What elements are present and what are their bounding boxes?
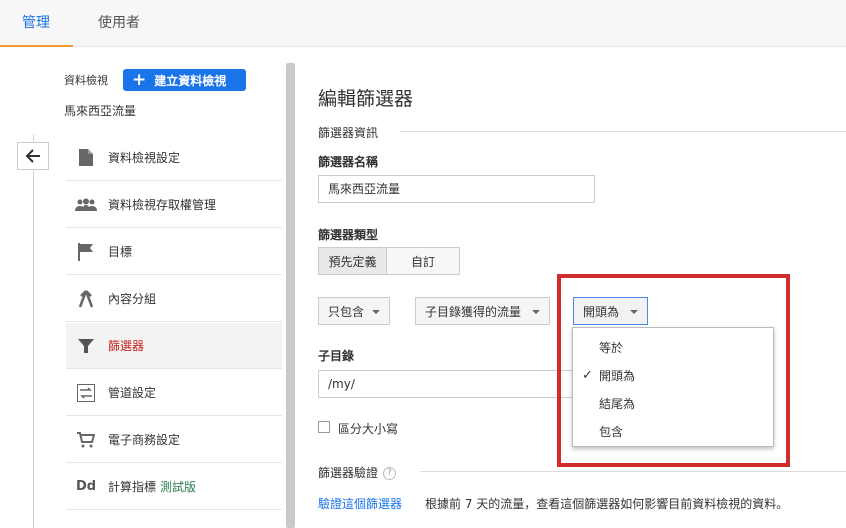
sidebar-item-goals[interactable]: 目標 (66, 229, 282, 275)
filter-verification-label: 篩選器驗證 (318, 466, 379, 480)
beta-badge: 測試版 (160, 480, 197, 494)
arrow-left-icon (25, 149, 40, 163)
sidebar-item-content-grouping[interactable]: 內容分組 (66, 276, 282, 322)
case-sensitive-checkbox[interactable] (318, 421, 330, 433)
section-divider (420, 471, 846, 472)
sidebar-item-calculated-metrics[interactable]: Dd 計算指標 測試版 (66, 464, 282, 510)
nav-rail-line (33, 135, 34, 528)
filter-type-custom-button[interactable]: 自訂 (386, 247, 460, 275)
sidebar-item-channel-settings[interactable]: 管道設定 (66, 370, 282, 416)
filter-name-label: 篩選器名稱 (318, 155, 379, 169)
page-title: 編輯篩選器 (318, 88, 414, 110)
filter-name-input[interactable]: 馬來西亞流量 (318, 175, 595, 203)
sidebar-item-label: 目標 (108, 245, 133, 259)
sidebar-item-filters[interactable]: 篩選器 (66, 323, 282, 369)
chevron-down-icon (372, 310, 380, 314)
verify-filter-link[interactable]: 驗證這個篩選器 (318, 495, 402, 512)
dd-icon: Dd (75, 479, 97, 494)
chevron-down-icon (532, 310, 540, 314)
subdirectory-label: 子目錄 (318, 349, 355, 363)
sidebar-item-label: 內容分組 (108, 292, 157, 306)
sidebar-item-user-management[interactable]: 資料檢視存取權管理 (66, 182, 282, 228)
channel-settings-icon (75, 383, 97, 403)
sidebar-item-text: 計算指標 (108, 480, 157, 494)
filter-type-predefined-button[interactable]: 預先定義 (318, 247, 387, 275)
case-sensitive-label: 區分大小寫 (338, 422, 399, 436)
plus-icon: + (132, 70, 147, 90)
help-icon[interactable]: ? (383, 467, 397, 480)
traffic-source-dropdown[interactable]: 子目錄獲得的流量 (415, 297, 550, 325)
section-divider (400, 131, 846, 132)
filter-icon (75, 336, 97, 356)
sidebar-item-label: 資料檢視存取權管理 (108, 198, 217, 212)
traffic-source-value: 子目錄獲得的流量 (425, 304, 522, 319)
sidebar-item-ecommerce[interactable]: 電子商務設定 (66, 417, 282, 463)
top-tab-bar: 管理 使用者 (0, 0, 846, 47)
sidebar-item-label: 篩選器 (108, 339, 145, 353)
sidebar-scrollbar[interactable] (286, 63, 295, 528)
tab-users[interactable]: 使用者 (98, 0, 140, 47)
include-exclude-value: 只包含 (328, 304, 365, 319)
active-tab-indicator (0, 45, 73, 47)
filter-info-section-label: 篩選器資訊 (318, 126, 379, 140)
sidebar-item-label: 管道設定 (108, 386, 157, 400)
verify-filter-description: 根據前 7 天的流量，查看這個篩選器如何影響目前資料檢視的資料。 (425, 497, 789, 511)
flag-icon (75, 242, 97, 262)
filter-verification-section: 篩選器驗證? (318, 464, 397, 481)
people-icon (75, 195, 97, 215)
include-exclude-dropdown[interactable]: 只包含 (318, 297, 390, 325)
sidebar-item-label: 計算指標 測試版 (108, 478, 196, 495)
content-grouping-icon (75, 289, 97, 309)
cart-icon (75, 430, 97, 450)
annotation-highlight-box (557, 274, 790, 467)
create-view-button[interactable]: + 建立資料檢視 (123, 69, 246, 91)
tab-admin[interactable]: 管理 (22, 0, 50, 47)
create-view-label: 建立資料檢視 (154, 73, 227, 88)
sidebar-item-label: 電子商務設定 (108, 433, 181, 447)
view-label: 資料檢視 (64, 74, 108, 87)
back-button[interactable] (17, 142, 49, 170)
sidebar-item-view-settings[interactable]: 資料檢視設定 (66, 135, 282, 181)
sidebar-item-label: 資料檢視設定 (108, 151, 181, 165)
filter-type-label: 篩選器類型 (318, 228, 379, 242)
view-name: 馬來西亞流量 (64, 104, 137, 118)
subdirectory-input[interactable]: /my/ (318, 370, 574, 398)
document-icon (75, 148, 97, 168)
